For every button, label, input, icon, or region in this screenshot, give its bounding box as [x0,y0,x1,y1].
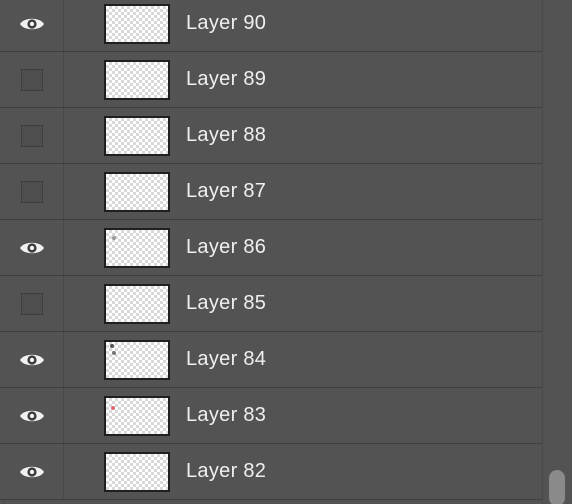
thumbnail-mark [112,235,116,240]
layer-name: Layer 86 [186,236,267,258]
layer-thumbnail [104,3,170,44]
layer-row[interactable]: Layer 85 [0,276,542,332]
layer-name: Layer 85 [186,292,267,314]
thumbnail-mark [110,343,114,348]
visibility-toggle[interactable] [0,332,64,387]
eye-icon[interactable] [19,15,45,33]
layer-thumbnail [104,59,170,100]
visibility-toggle[interactable] [0,444,64,499]
layer-thumbnail [104,451,170,492]
empty-visibility-box[interactable] [20,180,43,203]
scrollbar-thumb[interactable] [549,470,565,504]
layer-row[interactable]: Layer 86 [0,220,542,276]
layer-name: Layer 84 [186,348,267,370]
thumbnail-mark [111,405,115,410]
layer-thumbnail [104,283,170,324]
thumbnail-mark [112,350,116,355]
layer-thumbnail [104,115,170,156]
eye-icon[interactable] [19,407,45,425]
layers-list: Layer 90 Layer 89 Layer 88 Layer 87 Layer 86… [0,0,542,500]
visibility-toggle[interactable] [0,388,64,443]
layer-name: Layer 82 [186,460,267,482]
eye-icon[interactable] [19,239,45,257]
eye-icon[interactable] [19,463,45,481]
scrollbar[interactable] [542,0,572,504]
layer-row[interactable]: Layer 87 [0,164,542,220]
visibility-toggle[interactable] [0,52,64,107]
layer-name: Layer 87 [186,180,267,202]
layer-row[interactable]: Layer 90 [0,0,542,52]
visibility-toggle[interactable] [0,220,64,275]
layer-row[interactable]: Layer 88 [0,108,542,164]
layer-thumbnail [104,339,170,380]
layer-name: Layer 88 [186,124,267,146]
empty-visibility-box[interactable] [20,68,43,91]
visibility-toggle[interactable] [0,276,64,331]
layer-name: Layer 90 [186,12,267,34]
visibility-toggle[interactable] [0,0,64,51]
visibility-toggle[interactable] [0,164,64,219]
visibility-toggle[interactable] [0,108,64,163]
eye-icon[interactable] [19,351,45,369]
layer-row[interactable]: Layer 89 [0,52,542,108]
layer-row[interactable]: Layer 84 [0,332,542,388]
layer-thumbnail [104,227,170,268]
layer-name: Layer 89 [186,68,267,90]
layers-panel: Layer 90 Layer 89 Layer 88 Layer 87 Layer 86… [0,0,572,504]
layer-thumbnail [104,171,170,212]
empty-visibility-box[interactable] [20,292,43,315]
layer-row[interactable]: Layer 83 [0,388,542,444]
empty-visibility-box[interactable] [20,124,43,147]
layer-name: Layer 83 [186,404,267,426]
layer-row[interactable]: Layer 82 [0,444,542,500]
layer-thumbnail [104,395,170,436]
